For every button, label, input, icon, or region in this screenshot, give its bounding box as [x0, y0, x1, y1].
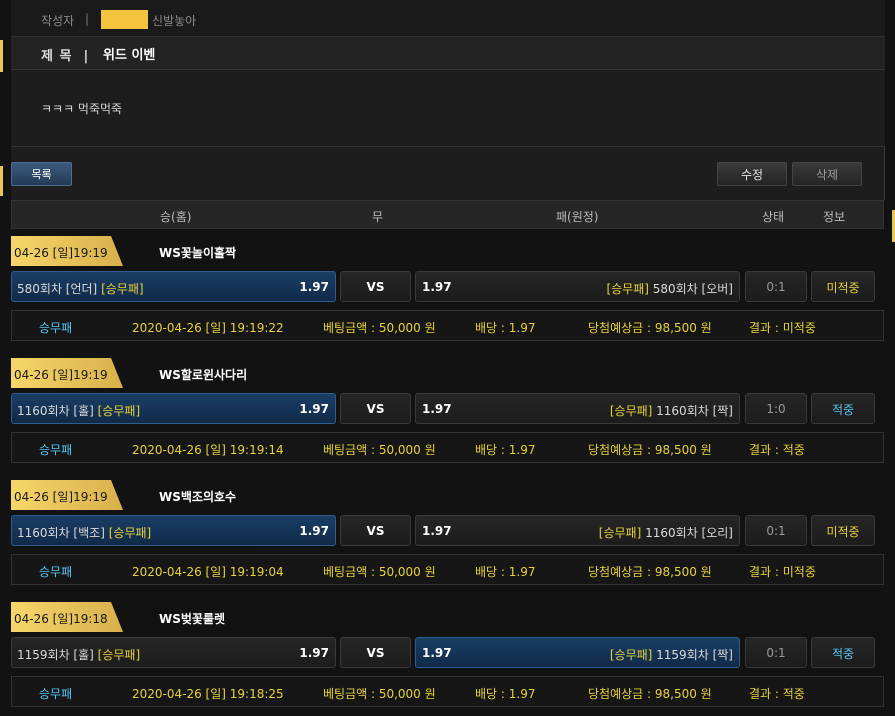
- info-date: 2020-04-26 [일] 19:18:25: [132, 687, 284, 701]
- info-amount: 베팅금액 : 50,000 원: [323, 687, 436, 701]
- home-pick[interactable]: 1160회차 [백조] [승무패] 1.97: [11, 515, 336, 546]
- home-pick[interactable]: 1159회차 [홀] [승무패] 1.97: [11, 637, 336, 668]
- left-edge-accent: [0, 166, 3, 196]
- status-badge: 적중: [811, 393, 875, 424]
- status-badge: 적중: [811, 637, 875, 668]
- col-info: 정보: [823, 210, 846, 224]
- bet-time: 04-26 [일]19:19: [11, 236, 123, 266]
- home-team: 1160회차 [홀] [승무패]: [17, 404, 141, 418]
- away-team: [승무패] 1160회차 [오리]: [598, 526, 733, 540]
- home-odds: 1.97: [299, 646, 329, 660]
- delete-button[interactable]: 삭제: [792, 162, 862, 186]
- col-draw: 무: [372, 210, 384, 224]
- away-odds: 1.97: [422, 402, 452, 416]
- home-odds: 1.97: [299, 402, 329, 416]
- col-home: 승(홈): [160, 210, 192, 224]
- away-pick[interactable]: 1.97 [승무패] 1160회차 [짝]: [415, 393, 740, 424]
- info-date: 2020-04-26 [일] 19:19:04: [132, 565, 284, 579]
- info-amount: 베팅금액 : 50,000 원: [323, 443, 436, 457]
- info-result: 결과 : 적중: [749, 687, 805, 701]
- away-team: [승무패] 1160회차 [짝]: [609, 404, 733, 418]
- status-badge: 미적중: [811, 271, 875, 302]
- vs-box[interactable]: VS: [340, 515, 411, 546]
- post-content-text: ㅋㅋㅋ 먹죽먹죽: [41, 102, 123, 116]
- info-win: 당첨예상금 : 98,500 원: [588, 321, 712, 335]
- home-odds: 1.97: [299, 524, 329, 538]
- bet-item: 04-26 [일]19:19 WS꽃놀이홀짝 580회차 [언더] [승무패] …: [11, 236, 884, 346]
- post-content: ㅋㅋㅋ 먹죽먹죽: [11, 70, 885, 147]
- info-amount: 베팅금액 : 50,000 원: [323, 321, 436, 335]
- score-box: 0:1: [745, 637, 807, 668]
- info-amount: 베팅금액 : 50,000 원: [323, 565, 436, 579]
- bet-league: WS할로윈사다리: [159, 368, 248, 382]
- score-box: 0:1: [745, 271, 807, 302]
- home-team: 1160회차 [백조] [승무패]: [17, 526, 152, 540]
- info-result: 결과 : 미적중: [749, 321, 816, 335]
- bet-item: 04-26 [일]19:19 WS할로윈사다리 1160회차 [홀] [승무패]…: [11, 358, 884, 468]
- home-pick[interactable]: 580회차 [언더] [승무패] 1.97: [11, 271, 336, 302]
- score-box: 0:1: [745, 515, 807, 546]
- bet-item: 04-26 [일]19:19 WS백조의호수 1160회차 [백조] [승무패]…: [11, 480, 884, 590]
- info-type: 승무패: [39, 687, 73, 701]
- info-type: 승무패: [39, 321, 73, 335]
- away-odds: 1.97: [422, 280, 452, 294]
- info-date: 2020-04-26 [일] 19:19:14: [132, 443, 284, 457]
- author-label: 작성자: [41, 14, 75, 28]
- info-rate: 배당 : 1.97: [475, 687, 536, 701]
- vs-box[interactable]: VS: [340, 393, 411, 424]
- author-separator: |: [85, 12, 90, 26]
- away-pick[interactable]: 1.97 [승무패] 1160회차 [오리]: [415, 515, 740, 546]
- bet-info-row: 승무패 2020-04-26 [일] 19:19:22 베팅금액 : 50,00…: [11, 310, 884, 341]
- away-odds: 1.97: [422, 646, 452, 660]
- home-team: 1159회차 [홀] [승무패]: [17, 648, 141, 662]
- home-odds: 1.97: [299, 280, 329, 294]
- bet-time: 04-26 [일]19:18: [11, 602, 123, 632]
- bet-time: 04-26 [일]19:19: [11, 358, 123, 388]
- info-win: 당첨예상금 : 98,500 원: [588, 565, 712, 579]
- info-win: 당첨예상금 : 98,500 원: [588, 687, 712, 701]
- left-edge-accent: [0, 40, 3, 72]
- vs-box[interactable]: VS: [340, 637, 411, 668]
- bet-league: WS꽃놀이홀짝: [159, 246, 237, 260]
- info-type: 승무패: [39, 443, 73, 457]
- author-name: 신발놓아: [152, 14, 197, 28]
- info-type: 승무패: [39, 565, 73, 579]
- away-odds: 1.97: [422, 524, 452, 538]
- col-status: 상태: [762, 210, 785, 224]
- status-badge: 미적중: [811, 515, 875, 546]
- title-label: 제 목 |: [41, 49, 90, 64]
- vs-box[interactable]: VS: [340, 271, 411, 302]
- author-row: 작성자 | 신발놓아: [11, 0, 885, 37]
- info-result: 결과 : 미적중: [749, 565, 816, 579]
- author-level-badge: [101, 10, 148, 29]
- info-rate: 배당 : 1.97: [475, 443, 536, 457]
- bet-info-row: 승무패 2020-04-26 [일] 19:19:14 베팅금액 : 50,00…: [11, 432, 884, 463]
- home-team: 580회차 [언더] [승무패]: [17, 282, 144, 296]
- info-rate: 배당 : 1.97: [475, 565, 536, 579]
- edit-button[interactable]: 수정: [717, 162, 787, 186]
- info-win: 당첨예상금 : 98,500 원: [588, 443, 712, 457]
- bet-info-row: 승무패 2020-04-26 [일] 19:19:04 베팅금액 : 50,00…: [11, 554, 884, 585]
- away-team: [승무패] 1159회차 [짝]: [609, 648, 733, 662]
- bet-item: 04-26 [일]19:18 WS벚꽃룰렛 1159회차 [홀] [승무패] 1…: [11, 602, 884, 712]
- away-pick[interactable]: 1.97 [승무패] 1159회차 [짝]: [415, 637, 740, 668]
- bet-time: 04-26 [일]19:19: [11, 480, 123, 510]
- col-away: 패(원정): [556, 210, 599, 224]
- bet-league: WS벚꽃룰렛: [159, 612, 226, 626]
- info-rate: 배당 : 1.97: [475, 321, 536, 335]
- info-result: 결과 : 적중: [749, 443, 805, 457]
- info-date: 2020-04-26 [일] 19:19:22: [132, 321, 284, 335]
- title-row: 제 목 | 위드 이벤: [11, 37, 885, 70]
- home-pick[interactable]: 1160회차 [홀] [승무패] 1.97: [11, 393, 336, 424]
- away-pick[interactable]: 1.97 [승무패] 580회차 [오버]: [415, 271, 740, 302]
- post-title: 위드 이벤: [103, 48, 156, 63]
- list-button[interactable]: 목록: [11, 162, 72, 186]
- bet-column-header: 승(홈) 무 패(원정) 상태 정보: [11, 200, 884, 229]
- score-box: 1:0: [745, 393, 807, 424]
- bet-league: WS백조의호수: [159, 490, 237, 504]
- bet-info-row: 승무패 2020-04-26 [일] 19:18:25 베팅금액 : 50,00…: [11, 676, 884, 707]
- away-team: [승무패] 580회차 [오버]: [606, 282, 733, 296]
